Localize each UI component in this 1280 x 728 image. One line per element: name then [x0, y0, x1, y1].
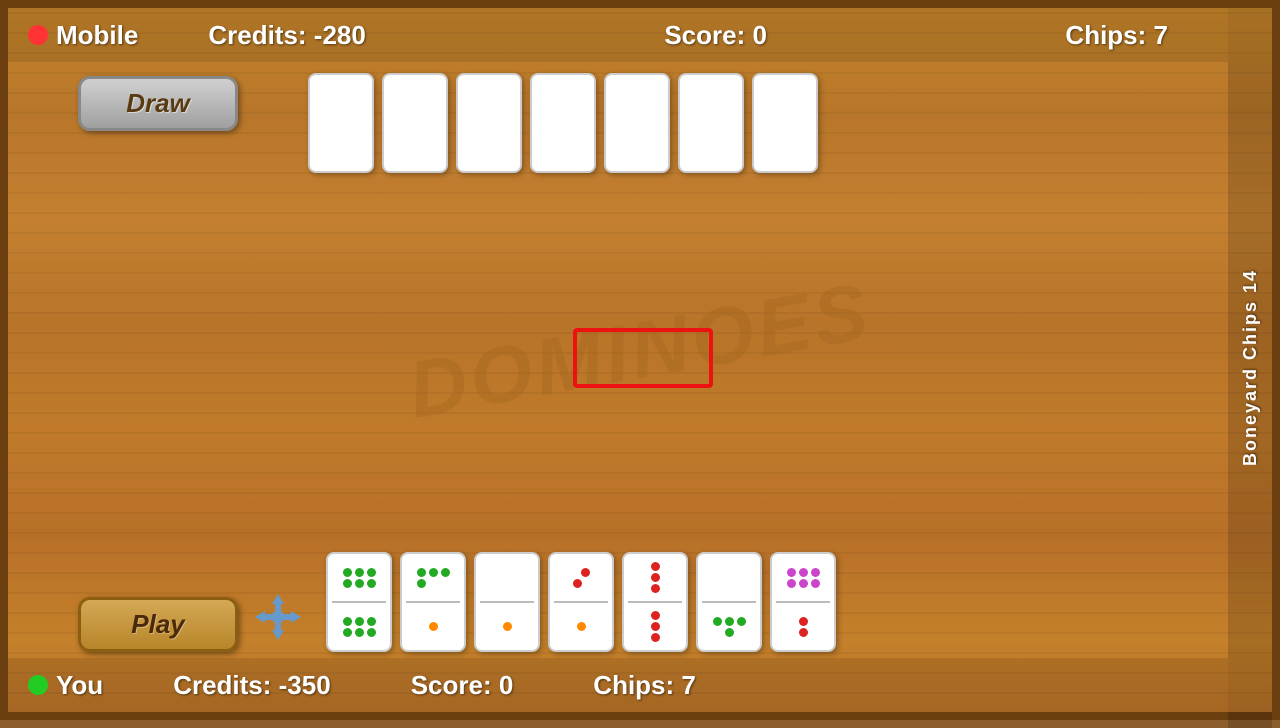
- tile-4-bottom: [550, 603, 612, 650]
- player-tile-3[interactable]: [474, 552, 540, 652]
- tile-6-top: [698, 554, 760, 601]
- opponent-card-4: [530, 73, 596, 173]
- tile-3-bottom: [476, 603, 538, 650]
- player-tile-4[interactable]: [548, 552, 614, 652]
- you-dot: [28, 675, 48, 695]
- opponent-card-7: [752, 73, 818, 173]
- mobile-credits: Credits: -280: [208, 20, 366, 51]
- opponent-card-2: [382, 73, 448, 173]
- mobile-dot: [28, 25, 48, 45]
- tile-7-top: [772, 554, 834, 601]
- you-chips: Chips: 7: [593, 670, 696, 701]
- move-arrows-icon: [253, 592, 303, 642]
- play-button[interactable]: Play: [78, 597, 238, 652]
- mobile-score: Score: 0: [664, 20, 767, 51]
- tile-5-top: [624, 554, 686, 601]
- tile-5-bottom: [624, 603, 686, 650]
- you-credits: Credits: -350: [173, 670, 331, 701]
- tile-1-bottom: [328, 603, 390, 650]
- mobile-player-name: Mobile: [56, 20, 138, 51]
- you-player-indicator: You: [28, 670, 103, 701]
- opponent-card-5: [604, 73, 670, 173]
- opponent-card-6: [678, 73, 744, 173]
- player-hand: [326, 552, 836, 652]
- boneyard-label: Boneyard Chips 14: [1240, 269, 1261, 466]
- player-tile-7[interactable]: [770, 552, 836, 652]
- mobile-chips: Chips: 7: [1065, 20, 1168, 51]
- play-area[interactable]: [573, 328, 713, 388]
- you-player-name: You: [56, 670, 103, 701]
- opponent-card-1: [308, 73, 374, 173]
- player-tile-1[interactable]: [326, 552, 392, 652]
- game-board: DOMINOES Mobile Credits: -280 Score: 0 C…: [0, 0, 1280, 720]
- top-status-bar: Mobile Credits: -280 Score: 0 Chips: 7: [8, 8, 1228, 62]
- tile-3-top: [476, 554, 538, 601]
- tile-2-bottom: [402, 603, 464, 650]
- draw-button[interactable]: Draw: [78, 76, 238, 131]
- boneyard-sidebar: Boneyard Chips 14: [1228, 8, 1272, 728]
- opponent-hand: [308, 73, 818, 173]
- tile-2-top: [402, 554, 464, 601]
- tile-4-top: [550, 554, 612, 601]
- tile-6-bottom: [698, 603, 760, 650]
- draw-button-label: Draw: [126, 88, 190, 119]
- bottom-status-bar: You Credits: -350 Score: 0 Chips: 7: [8, 658, 1228, 712]
- mobile-player-indicator: Mobile: [28, 20, 138, 51]
- tile-1-top: [328, 554, 390, 601]
- move-icon: [253, 592, 303, 642]
- play-button-label: Play: [131, 609, 185, 640]
- opponent-card-3: [456, 73, 522, 173]
- player-tile-6[interactable]: [696, 552, 762, 652]
- you-score: Score: 0: [411, 670, 514, 701]
- player-tile-2[interactable]: [400, 552, 466, 652]
- tile-7-bottom: [772, 603, 834, 650]
- player-tile-5[interactable]: [622, 552, 688, 652]
